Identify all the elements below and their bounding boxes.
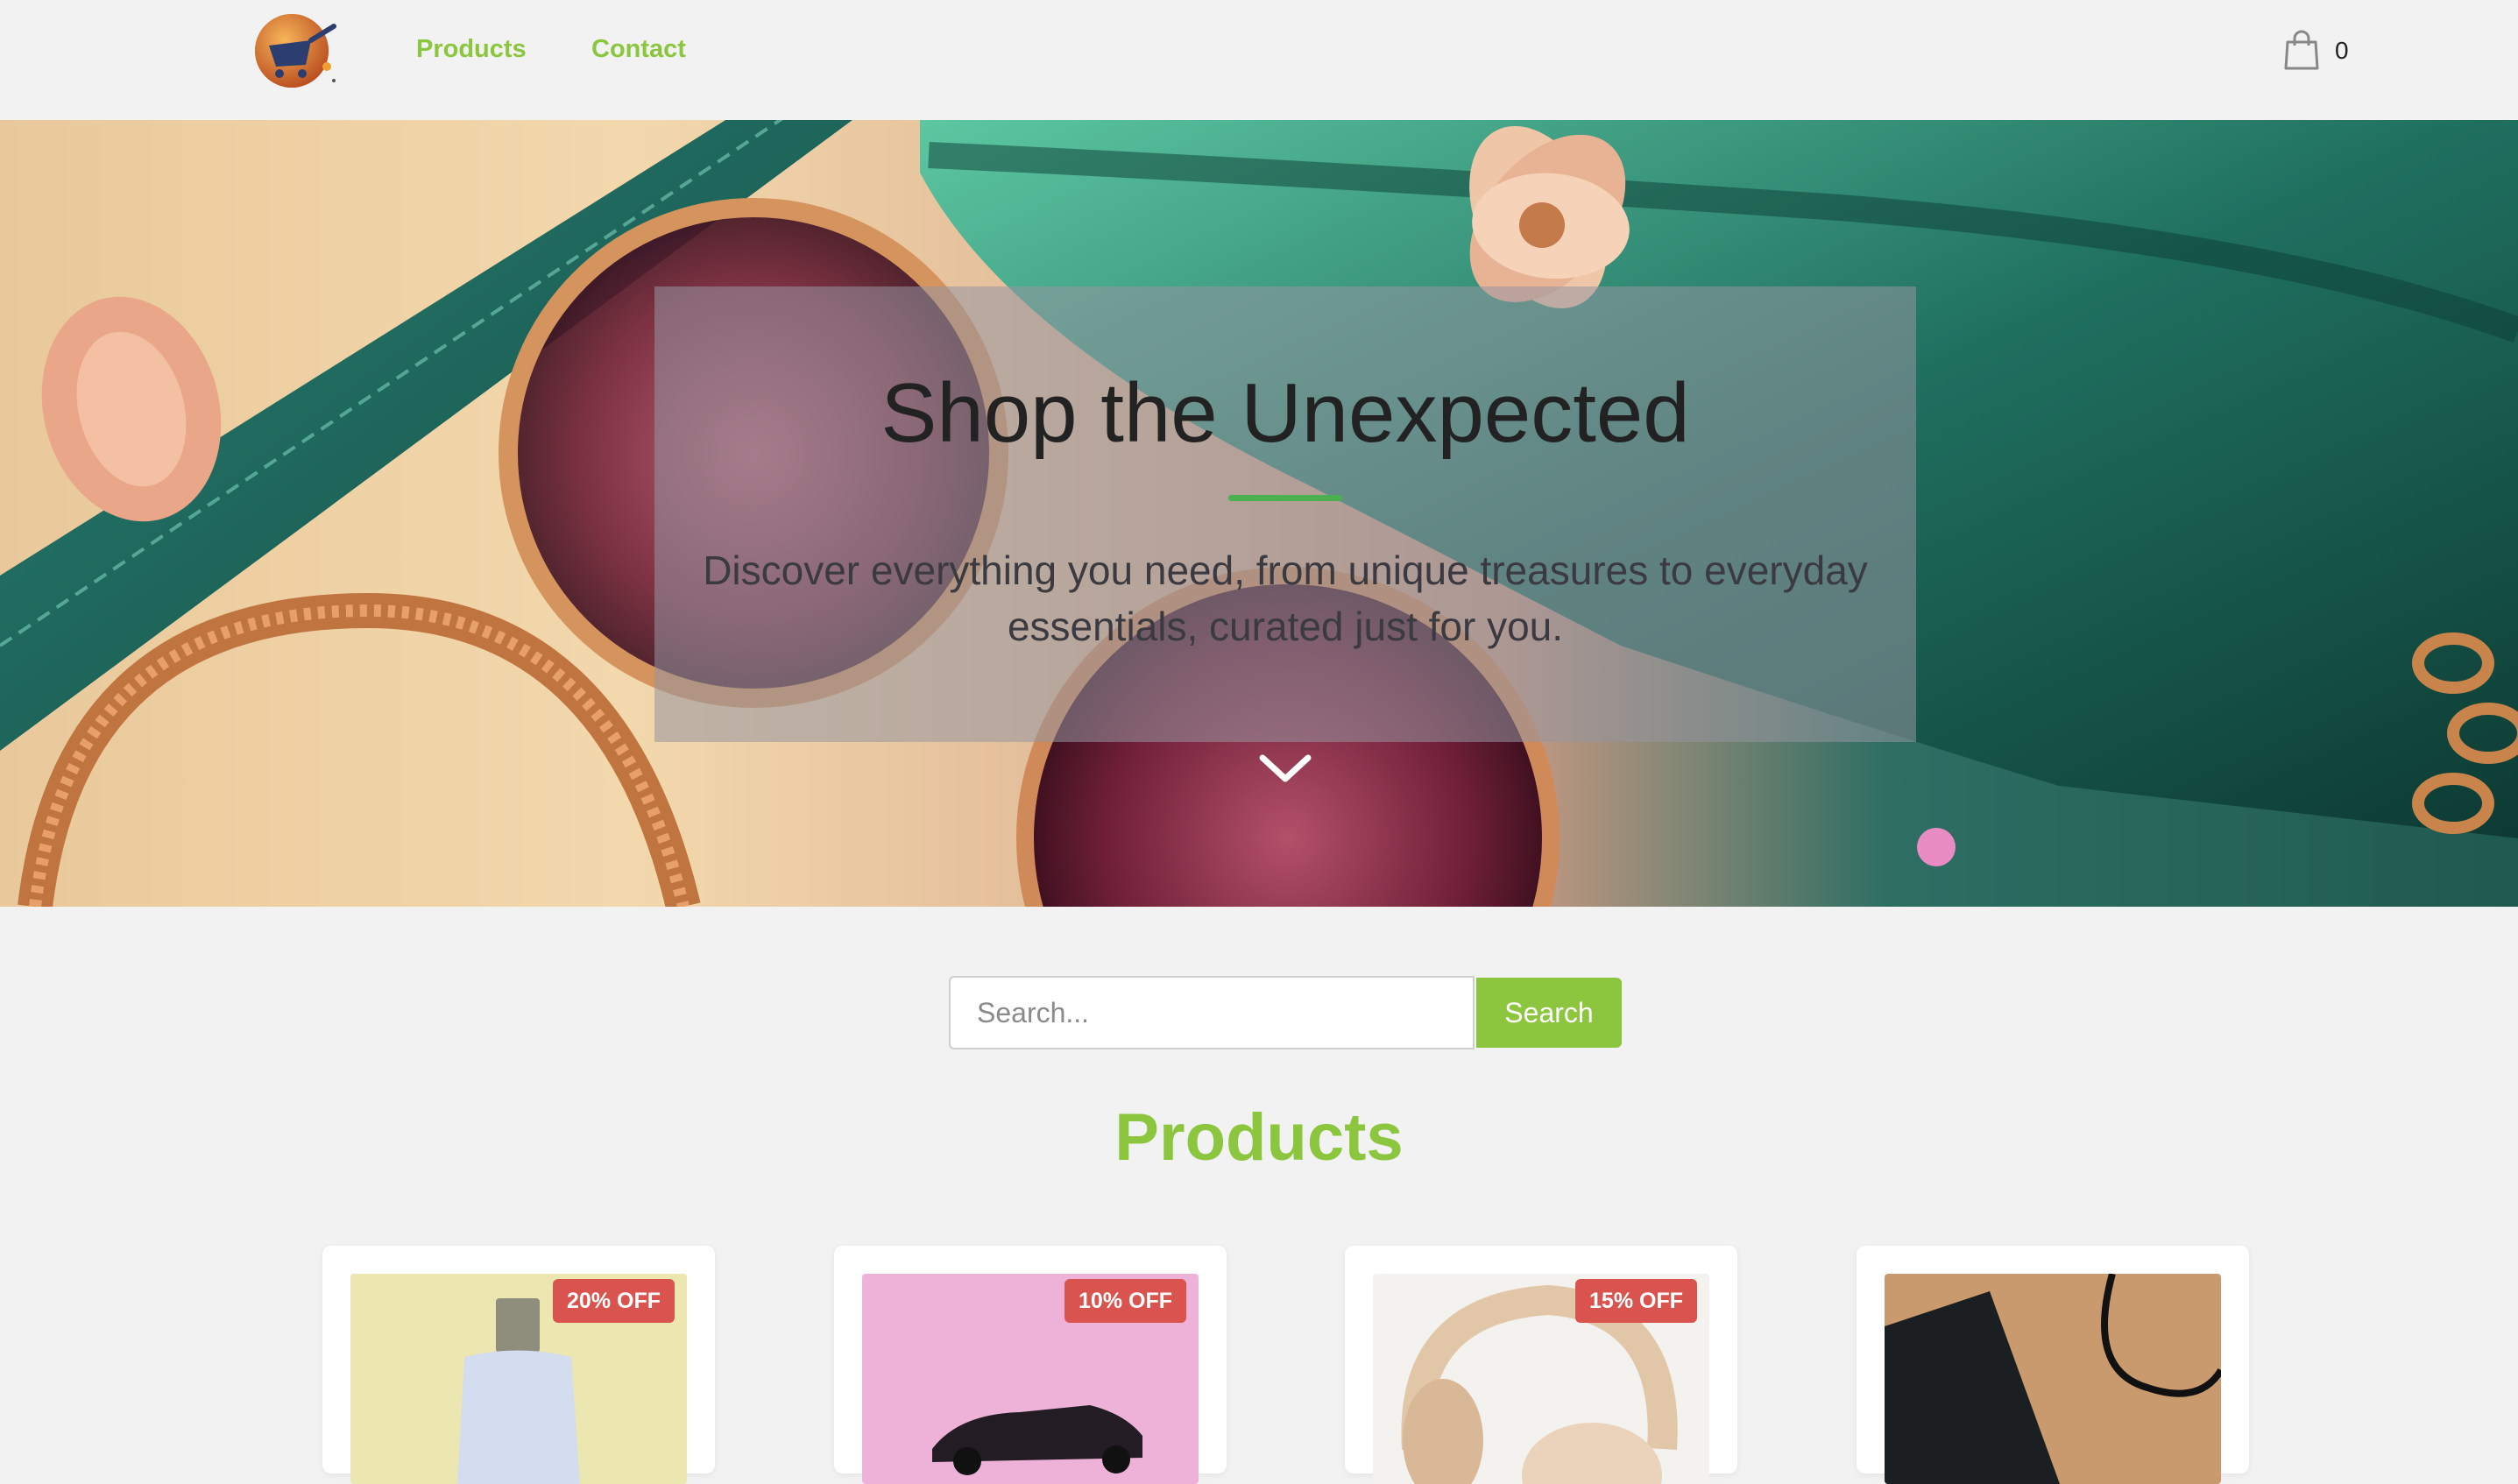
search-input[interactable] <box>949 976 1475 1049</box>
scroll-down-chevron-icon[interactable] <box>1257 751 1313 786</box>
hero-banner: Shop the Unexpected Discover everything … <box>0 120 2518 907</box>
hero-title: Shop the Unexpected <box>881 366 1690 460</box>
hero-subtitle: Discover everything you need, from uniqu… <box>690 542 1881 654</box>
discount-badge: 20% OFF <box>553 1279 675 1323</box>
discount-badge: 10% OFF <box>1064 1279 1186 1323</box>
hero-divider <box>1228 495 1342 501</box>
product-image-phone <box>1885 1274 2221 1484</box>
product-card[interactable]: 15% OFF <box>1345 1246 1737 1484</box>
cart-count: 0 <box>2335 37 2349 64</box>
product-card[interactable] <box>1857 1246 2249 1484</box>
hero-subtitle-line-1: Discover everything you need, from uniqu… <box>703 548 1868 593</box>
product-card[interactable]: 20% OFF <box>322 1246 715 1484</box>
product-card[interactable]: 10% OFF <box>834 1246 1227 1484</box>
hero-subtitle-line-2: essentials, curated just for you. <box>1007 604 1564 649</box>
shop-logo[interactable] <box>250 11 346 89</box>
top-navbar: Products Contact 0 <box>0 0 2518 120</box>
products-heading: Products <box>1114 1100 1404 1175</box>
nav-link-products[interactable]: Products <box>416 35 527 64</box>
shopping-bag-icon <box>2284 30 2319 70</box>
hero-overlay-card: Shop the Unexpected Discover everything … <box>654 286 1916 742</box>
discount-badge: 15% OFF <box>1575 1279 1697 1323</box>
search-button[interactable]: Search <box>1476 978 1622 1048</box>
nav-link-contact[interactable]: Contact <box>591 35 686 64</box>
cart-button[interactable]: 0 <box>2282 30 2361 74</box>
